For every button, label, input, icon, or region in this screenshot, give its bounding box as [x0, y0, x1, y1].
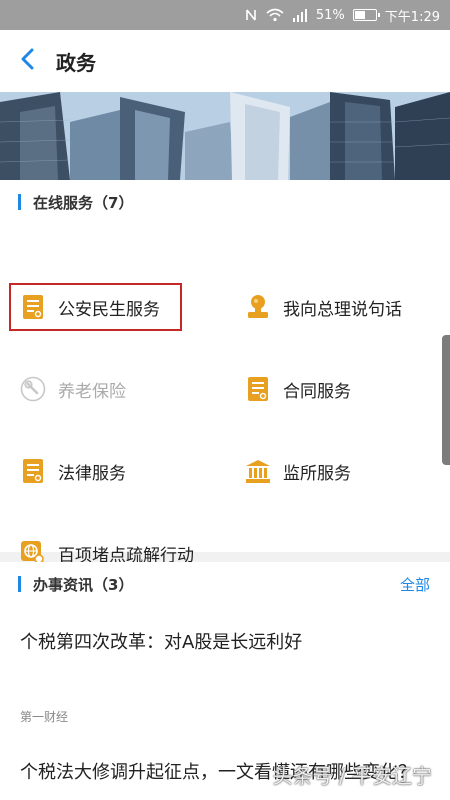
section-title: 办事资讯（3）: [33, 575, 134, 594]
wrench-icon: [20, 376, 46, 402]
battery-fill: [354, 11, 365, 19]
service-label: 监所服务: [283, 463, 351, 484]
section-accent-bar: [18, 194, 21, 210]
page-title: 政务: [56, 50, 96, 75]
news-header: 办事资讯（3） 全部: [0, 562, 450, 606]
view-all-link[interactable]: 全部: [400, 574, 430, 595]
app-bar: 政务: [0, 30, 450, 92]
document-icon: [20, 458, 46, 484]
section-title: 在线服务（7）: [33, 193, 134, 212]
document-icon: [245, 376, 271, 402]
battery-percent: 51%: [315, 7, 345, 23]
back-button[interactable]: [0, 30, 56, 92]
clock: 下午1:29: [384, 9, 440, 25]
scroll-handle[interactable]: [442, 335, 450, 465]
section-accent-bar: [18, 576, 21, 592]
document-icon: [20, 294, 46, 320]
building-icon: [245, 458, 271, 484]
stamp-icon: [245, 294, 271, 320]
service-label: 养老保险: [58, 381, 126, 402]
wifi-icon: [266, 8, 284, 22]
service-public-security[interactable]: 公安民生服务: [20, 287, 160, 327]
service-label: 合同服务: [283, 381, 351, 402]
signal-icon: [292, 8, 308, 22]
service-label: 我向总理说句话: [283, 299, 402, 320]
banner-image: [0, 92, 450, 180]
battery-icon: [352, 9, 380, 21]
chevron-left-icon: [20, 48, 36, 74]
news-item-title[interactable]: 个税第四次改革：对A股是长远利好: [20, 628, 302, 654]
service-pension-insurance[interactable]: 养老保险: [20, 369, 126, 409]
service-legal[interactable]: 法律服务: [20, 451, 126, 491]
online-services-section: 在线服务（7） 公安民生服务 我向总理说句话 养老保险 合同服务 法律服务 监所…: [0, 180, 450, 566]
service-label: 法律服务: [58, 463, 126, 484]
status-bar: 51% 下午1:29: [0, 0, 450, 30]
service-message-premier[interactable]: 我向总理说句话: [245, 287, 402, 327]
service-contract[interactable]: 合同服务: [245, 369, 351, 409]
news-item-source: 第一财经: [20, 710, 69, 724]
nfc-icon: [244, 8, 258, 22]
service-detention[interactable]: 监所服务: [245, 451, 351, 491]
online-services-header: 在线服务（7）: [0, 180, 450, 224]
service-label: 公安民生服务: [58, 299, 160, 320]
watermark-text: 头条号 / 平安辽宁: [272, 764, 432, 788]
